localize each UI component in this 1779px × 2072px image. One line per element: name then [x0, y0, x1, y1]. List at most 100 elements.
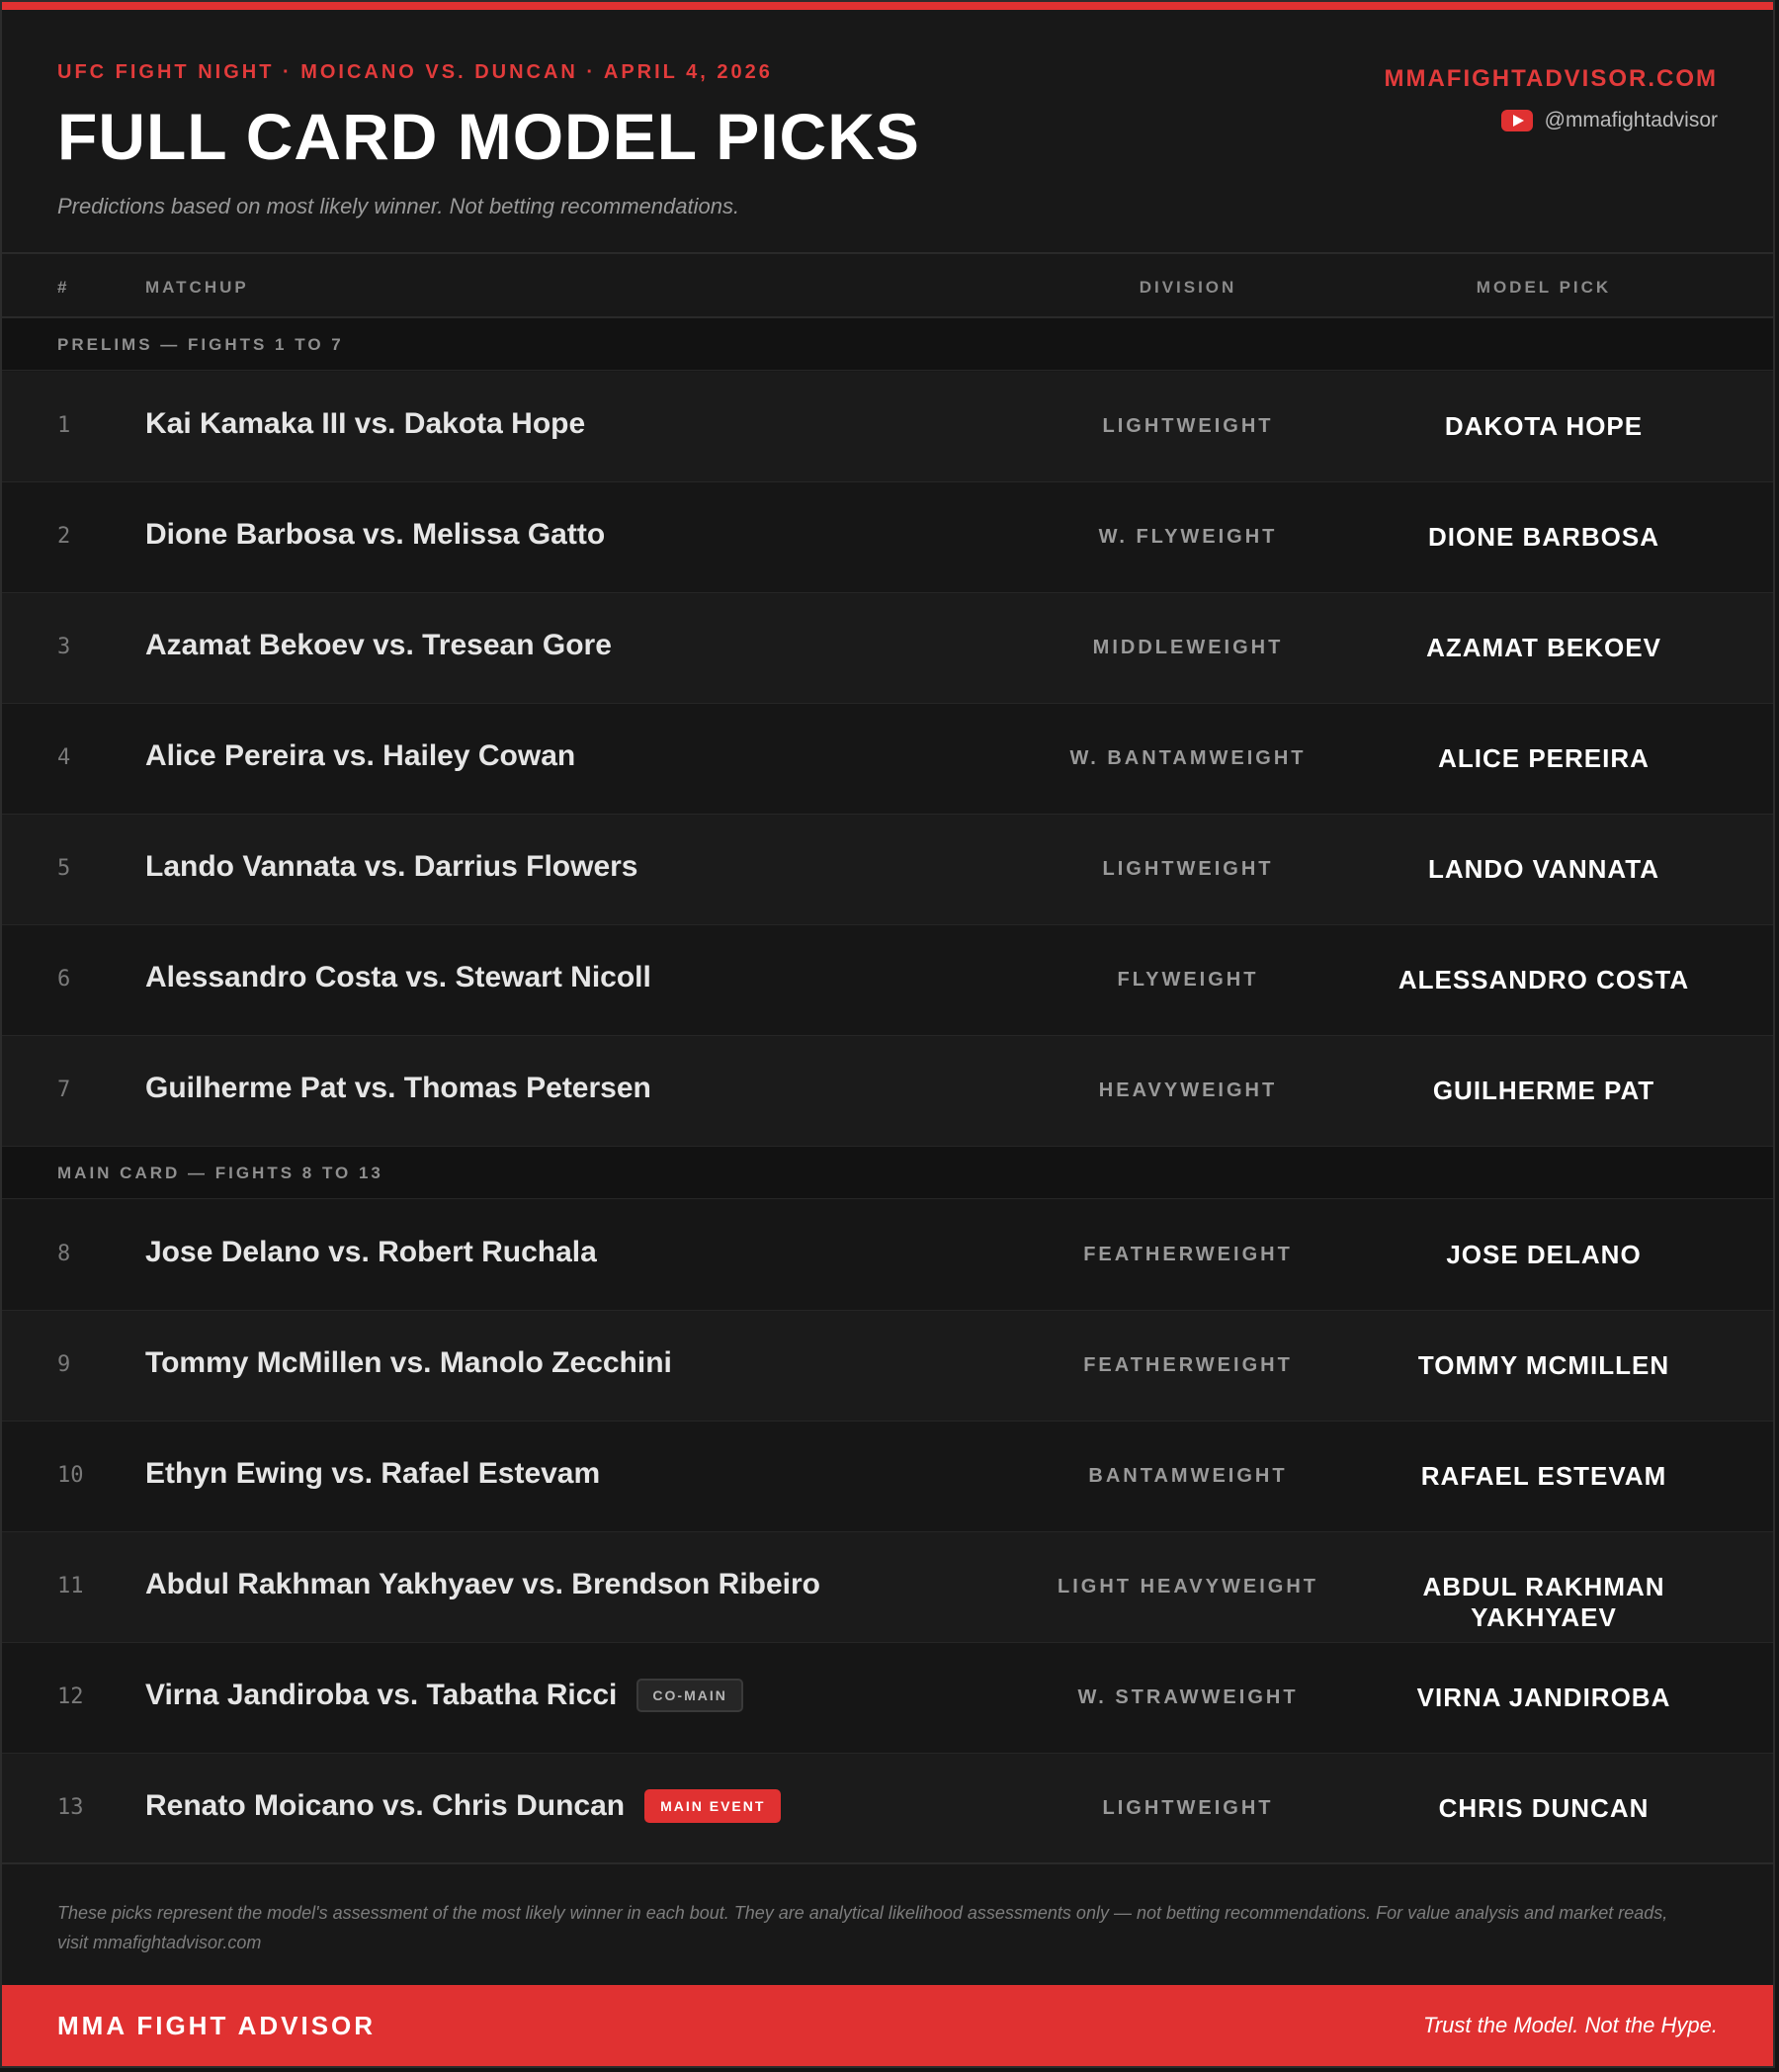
matchup-cell: Azamat Bekoev vs. Tresean Gore	[145, 629, 612, 662]
model-pick-cell: DIONE BARBOSA	[1427, 522, 1659, 552]
disclaimer: These picks represent the model's assess…	[57, 1903, 1668, 1952]
section-label: MAIN CARD — FIGHTS 8 TO 13	[57, 1164, 383, 1182]
fight-number: 11	[57, 1574, 84, 1598]
co-main-badge: CO-MAIN	[636, 1679, 743, 1712]
table-row: 4 Alice Pereira vs. Hailey Cowan W. BANTAM…	[2, 704, 1773, 815]
fight-number: 13	[57, 1795, 84, 1820]
matchup-cell: Dione Barbosa vs. Melissa Gatto	[145, 518, 605, 552]
table-row: 9 Tommy McMillen vs. Manolo Zecchini FEATH…	[2, 1311, 1773, 1422]
divider	[2, 1862, 1773, 1864]
column-matchup: MATCHUP	[145, 278, 249, 297]
matchup-cell: Jose Delano vs. Robert Ruchala	[145, 1236, 597, 1269]
matchup-text: Alice Pereira vs. Hailey Cowan	[145, 739, 576, 772]
matchup-cell: Guilherme Pat vs. Thomas Petersen	[145, 1072, 651, 1105]
table-row: 2 Dione Barbosa vs. Melissa Gatto W. FLYWE…	[2, 482, 1773, 593]
division-cell: MIDDLEWEIGHT	[1092, 637, 1284, 658]
section-header: MAIN CARD — FIGHTS 8 TO 13	[2, 1147, 1773, 1199]
division-cell: W. FLYWEIGHT	[1098, 526, 1278, 548]
table-row: 6 Alessandro Costa vs. Stewart Nicoll FLYW…	[2, 925, 1773, 1036]
page-title: FULL CARD MODEL PICKS	[57, 100, 920, 173]
division-cell: FEATHERWEIGHT	[1083, 1354, 1293, 1376]
model-pick-cell: AZAMAT BEKOEV	[1426, 633, 1661, 662]
matchup-text: Lando Vannata vs. Darrius Flowers	[145, 850, 638, 883]
fight-number: 1	[57, 413, 71, 438]
site-link[interactable]: MMAFIGHTADVISOR.COM	[1384, 65, 1718, 93]
model-pick-cell: GUILHERME PAT	[1432, 1076, 1655, 1105]
model-pick-cell: ALICE PEREIRA	[1438, 743, 1650, 773]
section-label: PRELIMS — FIGHTS 1 TO 7	[57, 335, 344, 354]
model-pick-cell: ABDUL RAKHMAN YAKHYAEV	[1422, 1572, 1665, 1632]
model-pick-cell: TOMMY MCMILLEN	[1417, 1350, 1670, 1380]
model-pick-cell: RAFAEL ESTEVAM	[1420, 1461, 1667, 1491]
matchup-text: Tommy McMillen vs. Manolo Zecchini	[145, 1346, 672, 1379]
table-row: 12 Virna Jandiroba vs. Tabatha Ricci CO-MA…	[2, 1643, 1773, 1754]
fight-number: 8	[57, 1242, 71, 1266]
youtube-link[interactable]: @mmafightadvisor	[1500, 109, 1718, 132]
model-pick-cell: ALESSANDRO COSTA	[1398, 965, 1690, 994]
table-row: 13 Renato Moicano vs. Chris Duncan MAIN EV…	[2, 1754, 1773, 1864]
column-division: DIVISION	[1139, 278, 1237, 297]
picks-card: UFC FIGHT NIGHT · MOICANO VS. DUNCAN · A…	[0, 0, 1775, 2068]
model-pick-cell: JOSE DELANO	[1446, 1240, 1642, 1269]
matchup-text: Abdul Rakhman Yakhyaev vs. Brendson Ribe…	[145, 1568, 820, 1600]
matchup-cell: Ethyn Ewing vs. Rafael Estevam	[145, 1457, 600, 1491]
division-cell: LIGHTWEIGHT	[1102, 858, 1274, 880]
footer-brand: MMA FIGHT ADVISOR	[57, 2011, 377, 2040]
matchup-cell: Lando Vannata vs. Darrius Flowers	[145, 850, 638, 884]
table-row: 11 Abdul Rakhman Yakhyaev vs. Brendson Ri…	[2, 1532, 1773, 1643]
matchup-cell: Tommy McMillen vs. Manolo Zecchini	[145, 1346, 672, 1380]
matchup-cell: Kai Kamaka III vs. Dakota Hope	[145, 407, 585, 441]
model-pick-cell: CHRIS DUNCAN	[1438, 1793, 1650, 1823]
footer-tagline: Trust the Model. Not the Hype.	[1423, 2013, 1718, 2037]
column-pick: MODEL PICK	[1476, 278, 1612, 297]
fight-number: 4	[57, 745, 71, 770]
division-cell: HEAVYWEIGHT	[1098, 1079, 1278, 1101]
division-cell: LIGHTWEIGHT	[1102, 1797, 1274, 1819]
model-pick-cell: LANDO VANNATA	[1428, 854, 1659, 884]
footer: MMA FIGHT ADVISOR Trust the Model. Not t…	[2, 1985, 1773, 2066]
fight-number: 10	[57, 1463, 84, 1488]
table-row: 10 Ethyn Ewing vs. Rafael Estevam BANTAMWE…	[2, 1422, 1773, 1532]
division-cell: BANTAMWEIGHT	[1088, 1465, 1288, 1487]
table-header: # MATCHUP DIVISION MODEL PICK	[2, 254, 1773, 318]
division-cell: LIGHTWEIGHT	[1102, 415, 1274, 437]
division-cell: W. BANTAMWEIGHT	[1069, 747, 1307, 769]
column-num: #	[57, 278, 70, 297]
matchup-text: Alessandro Costa vs. Stewart Nicoll	[145, 961, 651, 993]
matchup-text: Kai Kamaka III vs. Dakota Hope	[145, 407, 586, 440]
matchup-cell: Alessandro Costa vs. Stewart Nicoll	[145, 961, 651, 994]
matchup-text: Guilherme Pat vs. Thomas Petersen	[145, 1072, 651, 1104]
main-event-badge: MAIN EVENT	[644, 1789, 782, 1823]
fight-number: 9	[57, 1352, 71, 1377]
table-row: 7 Guilherme Pat vs. Thomas Petersen HEAVYW…	[2, 1036, 1773, 1147]
fight-number: 6	[57, 967, 71, 992]
matchup-text: Azamat Bekoev vs. Tresean Gore	[145, 629, 612, 661]
fight-number: 3	[57, 635, 71, 659]
fight-number: 2	[57, 524, 71, 549]
matchup-text: Ethyn Ewing vs. Rafael Estevam	[145, 1457, 601, 1490]
fight-number: 7	[57, 1078, 71, 1102]
division-cell: FEATHERWEIGHT	[1083, 1244, 1293, 1265]
fight-number: 5	[57, 856, 71, 881]
matchup-cell: Alice Pereira vs. Hailey Cowan	[145, 739, 575, 773]
table-row: 3 Azamat Bekoev vs. Tresean Gore MIDDLEWEI…	[2, 593, 1773, 704]
table-row: 1 Kai Kamaka III vs. Dakota Hope LIGHTWEIG…	[2, 372, 1773, 482]
youtube-icon	[1500, 110, 1533, 131]
matchup-text: Jose Delano vs. Robert Ruchala	[145, 1236, 597, 1268]
matchup-text: Renato Moicano vs. Chris Duncan	[145, 1789, 626, 1822]
matchup-text: Virna Jandiroba vs. Tabatha Ricci	[145, 1679, 618, 1711]
page-subtitle: Predictions based on most likely winner.…	[57, 194, 740, 218]
table-row: 5 Lando Vannata vs. Darrius Flowers LIGHTW…	[2, 815, 1773, 925]
division-cell: LIGHT HEAVYWEIGHT	[1058, 1576, 1318, 1597]
matchup-cell: Virna Jandiroba vs. Tabatha Ricci CO-MAIN	[145, 1679, 743, 1712]
model-pick-cell: VIRNA JANDIROBA	[1416, 1683, 1671, 1712]
division-cell: W. STRAWWEIGHT	[1077, 1686, 1299, 1708]
matchup-text: Dione Barbosa vs. Melissa Gatto	[145, 518, 606, 551]
fight-number: 12	[57, 1684, 84, 1709]
youtube-handle: @mmafightadvisor	[1544, 109, 1718, 131]
division-cell: FLYWEIGHT	[1117, 969, 1259, 991]
event-eyebrow: UFC FIGHT NIGHT · MOICANO VS. DUNCAN · A…	[57, 61, 773, 83]
table-row: 8 Jose Delano vs. Robert Ruchala FEATHERWE…	[2, 1200, 1773, 1311]
section-header: PRELIMS — FIGHTS 1 TO 7	[2, 318, 1773, 371]
top-accent-bar	[2, 2, 1773, 10]
